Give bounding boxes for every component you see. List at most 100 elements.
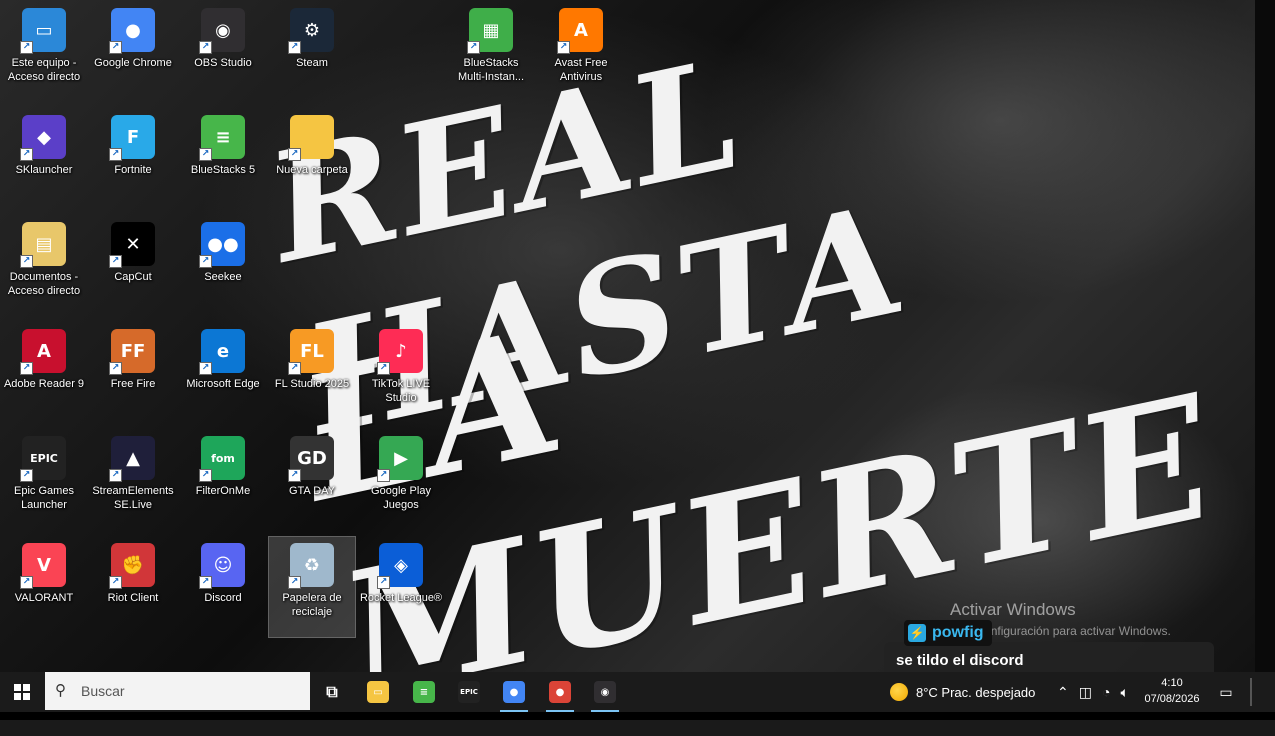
weather-text: 8°C Prac. despejado (916, 684, 1036, 700)
valorant-icon: V ↗ (20, 543, 66, 589)
clock-date: 07/08/2026 (1144, 693, 1200, 705)
shortcut-arrow-icon: ↗ (20, 362, 33, 375)
shortcut-arrow-icon: ↗ (109, 255, 122, 268)
search-input[interactable] (79, 682, 303, 700)
desktop-icon-discord[interactable]: ☺ ↗ Discord (180, 537, 266, 637)
edge-icon: e ↗ (199, 329, 245, 375)
desktop-icon-label: CapCut (114, 271, 152, 283)
desktop-icon-label: Avast Free Antivirus (554, 57, 608, 83)
shortcut-arrow-icon: ↗ (288, 362, 301, 375)
desktop-icon-label: Google Chrome (94, 57, 172, 69)
desktop-icon-epic-games[interactable]: EPIC ↗ Epic Games Launcher (1, 430, 87, 530)
obs-taskbar-icon: ◉ (594, 681, 616, 703)
desktop-icon-chrome[interactable]: ● ↗ Google Chrome (90, 2, 176, 102)
desktop-icon-gta-day[interactable]: GD ↗ GTA DAY (269, 430, 355, 530)
fl-studio-icon: FL ↗ (288, 329, 334, 375)
google-play-games-icon: ▶ ↗ (377, 436, 423, 482)
desktop-icon-seekee[interactable]: ●● ↗ Seekee (180, 216, 266, 316)
shortcut-arrow-icon: ↗ (109, 576, 122, 589)
windows-logo-icon (14, 684, 30, 700)
desktop-icon-documents[interactable]: ▤ ↗ Documentos - Acceso directo (1, 216, 87, 316)
desktop-icon-pc[interactable]: ▭ ↗ Este equipo - Acceso directo (1, 2, 87, 102)
meet-now-icon[interactable]: ◫ (1079, 684, 1092, 701)
desktop-icon-bluestacks[interactable]: ≡ ↗ BlueStacks 5 (180, 109, 266, 209)
desktop-icon-recycle-bin[interactable]: ♻ ↗ Papelera de reciclaje (268, 536, 356, 638)
desktop-icon-label: Steam (296, 57, 328, 69)
shortcut-arrow-icon: ↗ (377, 576, 390, 589)
desktop-icon-sklauncher[interactable]: ◆ ↗ SKlauncher (1, 109, 87, 209)
desktop-icon-folder[interactable]: ↗ Nueva carpeta (269, 109, 355, 209)
shortcut-arrow-icon: ↗ (199, 576, 212, 589)
desktop-icon-label: Documentos - Acceso directo (7, 271, 81, 297)
taskbar-search[interactable]: ⚲ (45, 672, 310, 710)
taskbar-button-chrome-profile-taskbar[interactable]: ● (538, 672, 582, 712)
taskbar-button-obs-taskbar[interactable]: ◉ (583, 672, 627, 712)
capcut-icon: ✕ ↗ (109, 222, 155, 268)
desktop-icon-label: BlueStacks 5 (190, 164, 256, 176)
desktop-icon-label: Rocket League® (359, 592, 443, 604)
desktop-icon-label: StreamElements SE.Live (92, 485, 174, 511)
desktop-icon-adobe-reader[interactable]: A ↗ Adobe Reader 9 (1, 323, 87, 423)
taskbar-button-chrome-taskbar[interactable]: ● (492, 672, 536, 712)
desktop-icon-riot-client[interactable]: ✊ ↗ Riot Client (90, 537, 176, 637)
taskbar-button-epic-games-taskbar[interactable]: EPIC (447, 672, 491, 712)
chat-username-badge: ⚡ powfig (904, 620, 992, 646)
taskbar-button-file-explorer[interactable]: ▭ (356, 672, 400, 712)
chrome-icon: ● ↗ (109, 8, 155, 54)
desktop-icon-label: TikTok LIVE Studio (371, 378, 431, 404)
bluestacks-taskbar-icon: ≡ (413, 681, 435, 703)
desktop-icon-label: GTA DAY (288, 485, 336, 497)
desktop-icon-valorant[interactable]: V ↗ VALORANT (1, 537, 87, 637)
task-view-icon: ⧉ (326, 682, 338, 701)
show-desktop-button[interactable] (1250, 678, 1252, 706)
start-button[interactable] (0, 672, 44, 712)
desktop-icon-streamelements[interactable]: ▲ ↗ StreamElements SE.Live (90, 430, 176, 530)
obs-icon: ◉ ↗ (199, 8, 245, 54)
filteronme-icon: fom ↗ (199, 436, 245, 482)
taskbar-button-task-view[interactable]: ⧉ (310, 672, 354, 712)
desktop-icon-fl-studio[interactable]: FL ↗ FL Studio 2025 (269, 323, 355, 423)
weather-widget[interactable]: 8°C Prac. despejado (890, 672, 1035, 712)
fortnite-icon: F ↗ (109, 115, 155, 161)
desktop-icon-bluestacks-multi[interactable]: ▦ ↗ BlueStacks Multi-Instan... (448, 2, 534, 102)
shortcut-arrow-icon: ↗ (20, 576, 33, 589)
clock-time: 4:10 (1161, 677, 1183, 689)
desktop-icon-label: Adobe Reader 9 (3, 378, 85, 390)
show-hidden-icons-icon[interactable]: ⌃ (1057, 684, 1069, 701)
desktop-icon-label: Free Fire (110, 378, 156, 390)
desktop-icon-obs[interactable]: ◉ ↗ OBS Studio (180, 2, 266, 102)
notification-icon[interactable]: ▭ (1214, 672, 1238, 712)
folder-icon: ↗ (288, 115, 334, 161)
desktop-icon-rocket-league[interactable]: ◈ ↗ Rocket League® (358, 537, 444, 637)
shortcut-arrow-icon: ↗ (20, 469, 33, 482)
desktop-icon-label: SKlauncher (15, 164, 73, 176)
desktop-icon-edge[interactable]: e ↗ Microsoft Edge (180, 323, 266, 423)
desktop-icon-label: BlueStacks Multi-Instan... (457, 57, 525, 83)
chat-user-icon: ⚡ (908, 624, 926, 642)
wifi-icon[interactable]: ◔ (1102, 684, 1110, 700)
screen-edge (1255, 0, 1275, 672)
desktop-icon-google-play-games[interactable]: ▶ ↗ Google Play Juegos (358, 430, 444, 530)
shortcut-arrow-icon: ↗ (20, 148, 33, 161)
shortcut-arrow-icon: ↗ (288, 41, 301, 54)
shortcut-arrow-icon: ↗ (467, 41, 480, 54)
shortcut-arrow-icon: ↗ (199, 41, 212, 54)
weather-sun-icon (890, 683, 908, 701)
taskbar-button-bluestacks-taskbar[interactable]: ≡ (402, 672, 446, 712)
desktop-icon-filteronme[interactable]: fom ↗ FilterOnMe (180, 430, 266, 530)
shortcut-arrow-icon: ↗ (377, 362, 390, 375)
desktop-icon-steam[interactable]: ⚙ ↗ Steam (269, 2, 355, 102)
streamelements-icon: ▲ ↗ (109, 436, 155, 482)
volume-icon[interactable]: 🔈︎ (1120, 684, 1128, 701)
desktop-icon-capcut[interactable]: ✕ ↗ CapCut (90, 216, 176, 316)
desktop-icon-free-fire[interactable]: FF ↗ Free Fire (90, 323, 176, 423)
desktop-icon-tiktok-live[interactable]: ♪ ↗ TikTok LIVE Studio (358, 323, 444, 423)
desktop-icon-label: Microsoft Edge (186, 378, 260, 390)
desktop-icon-fortnite[interactable]: F ↗ Fortnite (90, 109, 176, 209)
chat-username: powfig (932, 624, 984, 641)
desktop-icon-avast[interactable]: A ↗ Avast Free Antivirus (538, 2, 624, 102)
clock[interactable]: 4:10 07/08/2026 (1140, 675, 1204, 707)
bluestacks-icon: ≡ ↗ (199, 115, 245, 161)
epic-games-icon: EPIC ↗ (20, 436, 66, 482)
documents-icon: ▤ ↗ (20, 222, 66, 268)
